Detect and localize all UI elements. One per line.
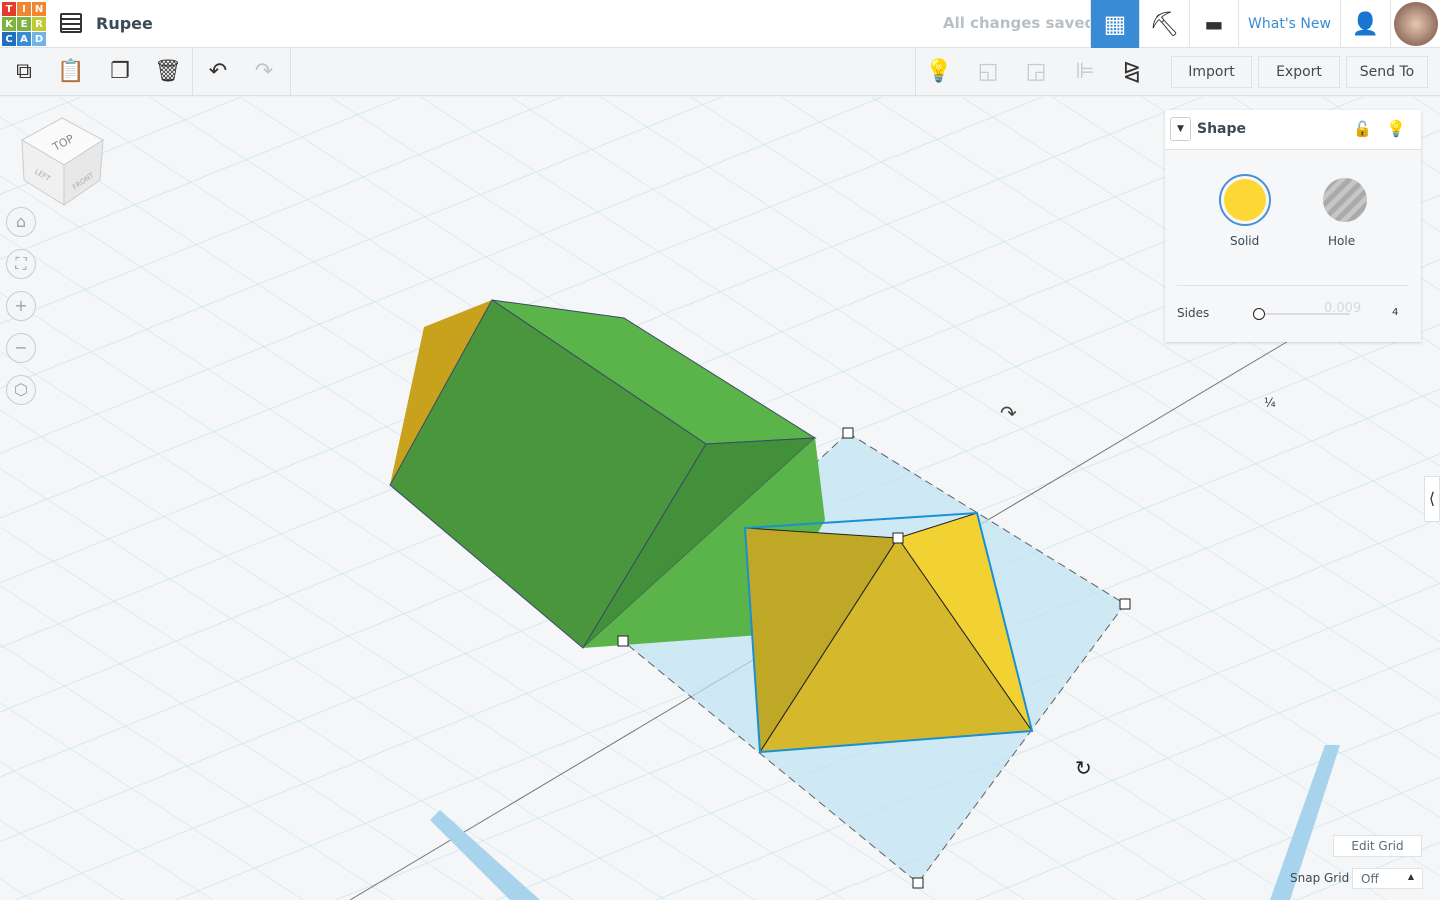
fit-view-button[interactable]: ⛶: [6, 249, 36, 279]
rotate-handle[interactable]: ↷: [1000, 401, 1017, 425]
solid-option[interactable]: [1219, 174, 1271, 226]
panel-title: Shape: [1197, 121, 1247, 137]
ungroup-icon[interactable]: ◲: [1022, 58, 1050, 86]
logo-letter: A: [17, 32, 31, 46]
snap-grid-label: Snap Grid: [1290, 871, 1350, 885]
logo-letter: C: [2, 32, 16, 46]
copy-icon[interactable]: ⧉: [10, 58, 38, 86]
scale-mark: ¼: [1264, 396, 1276, 410]
paste-icon[interactable]: 📋: [57, 58, 85, 86]
tinkercad-logo[interactable]: T I N K E R C A D: [2, 2, 46, 46]
redo-icon[interactable]: ↷: [250, 58, 278, 86]
logo-letter: N: [32, 2, 46, 16]
avatar[interactable]: [1390, 0, 1440, 48]
logo-letter: D: [32, 32, 46, 46]
home-view-button[interactable]: ⌂: [6, 207, 36, 237]
top-bar: T I N K E R C A D Rupee All changes save…: [0, 0, 1440, 48]
bricks-view-icon[interactable]: ⛏: [1139, 0, 1189, 48]
toolbar: ⧉ 📋 ❐ 🗑 ↶ ↷ 💡 ◱ ◲ ⊫ ⧎ Import Export Send…: [0, 48, 1440, 96]
send-to-button[interactable]: Send To: [1346, 56, 1428, 88]
design-title[interactable]: Rupee: [96, 14, 153, 33]
divider: [1177, 285, 1409, 286]
add-user-icon[interactable]: 👤: [1340, 0, 1390, 48]
resize-handle[interactable]: [617, 635, 629, 647]
mirror-icon[interactable]: ⧎: [1118, 58, 1146, 86]
resize-handle[interactable]: [912, 877, 924, 889]
zoom-in-button[interactable]: +: [6, 291, 36, 321]
divider: [192, 48, 193, 96]
snap-grid-value: Off: [1361, 872, 1379, 886]
delete-icon[interactable]: 🗑: [154, 58, 182, 86]
resize-handle[interactable]: [842, 427, 854, 439]
logo-letter: R: [32, 17, 46, 31]
unlock-icon[interactable]: 🔓: [1353, 120, 1372, 138]
panel-expand-tab[interactable]: ⟨: [1424, 476, 1440, 522]
logo-letter: K: [2, 17, 16, 31]
export-button[interactable]: Export: [1258, 56, 1340, 88]
3d-view-button[interactable]: ▦: [1090, 0, 1139, 48]
solid-label: Solid: [1230, 234, 1260, 248]
sides-value[interactable]: 4: [1392, 307, 1398, 318]
import-button[interactable]: Import: [1171, 56, 1252, 88]
sides-label: Sides: [1177, 306, 1210, 320]
logo-letter: E: [17, 17, 31, 31]
divider: [290, 48, 291, 96]
caret-up-icon: ▲: [1407, 872, 1414, 881]
edit-grid-button[interactable]: Edit Grid: [1333, 835, 1422, 857]
solid-swatch: [1224, 179, 1266, 221]
rotate-handle[interactable]: ↻: [1075, 756, 1092, 780]
perspective-button[interactable]: ⬡: [6, 375, 36, 405]
whats-new-link[interactable]: What's New: [1238, 0, 1340, 48]
divider: [915, 48, 916, 96]
group-icon[interactable]: ◱: [974, 58, 1002, 86]
lego-view-icon[interactable]: ▬: [1189, 0, 1238, 48]
height-handle[interactable]: [892, 532, 904, 544]
hole-option[interactable]: [1323, 178, 1367, 222]
logo-letter: I: [17, 2, 31, 16]
lightbulb-icon[interactable]: 💡: [1386, 119, 1406, 138]
resize-handle[interactable]: [1119, 598, 1131, 610]
save-status: All changes saved: [943, 14, 1096, 32]
zoom-out-button[interactable]: −: [6, 333, 36, 363]
sides-hint: 0.009: [1324, 301, 1362, 316]
shape-inspector: ▼ Shape 🔓 💡 Solid Hole Sides 0.009 4: [1165, 110, 1421, 342]
sides-slider-thumb[interactable]: [1253, 308, 1265, 320]
designs-list-icon[interactable]: [60, 13, 82, 33]
snap-grid-select[interactable]: Off ▲: [1352, 868, 1423, 889]
undo-icon[interactable]: ↶: [204, 58, 232, 86]
hole-label: Hole: [1328, 234, 1356, 248]
lightbulb-icon[interactable]: 💡: [925, 58, 953, 86]
align-icon[interactable]: ⊫: [1071, 58, 1099, 86]
collapse-button[interactable]: ▼: [1170, 117, 1191, 141]
duplicate-icon[interactable]: ❐: [106, 58, 134, 86]
logo-letter: T: [2, 2, 16, 16]
